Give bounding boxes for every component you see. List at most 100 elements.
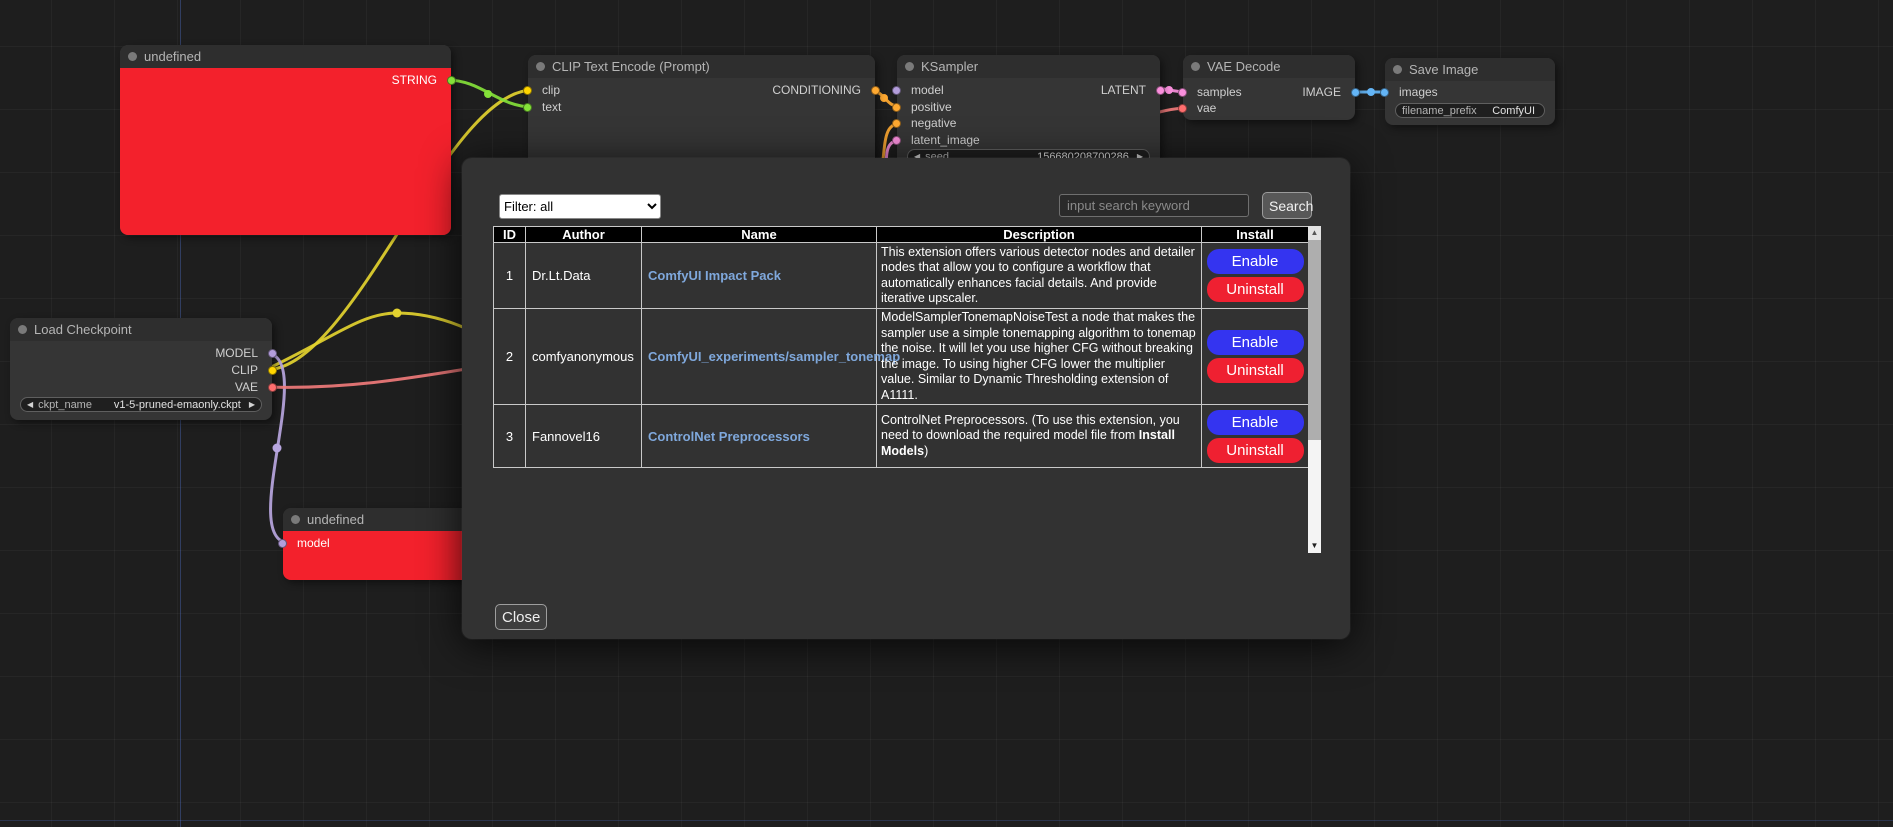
node-undefined-top[interactable]: undefined STRING xyxy=(120,45,451,235)
widget-label: filename_prefix xyxy=(1402,105,1477,117)
input-slot-negative[interactable]: negative xyxy=(897,115,956,131)
increment-arrow-icon[interactable]: ▶ xyxy=(249,401,255,409)
input-slot-clip[interactable]: clip xyxy=(528,82,560,98)
node-title-bar[interactable]: KSampler xyxy=(897,55,1160,78)
output-slot-model[interactable]: MODEL xyxy=(215,345,272,361)
vae-slot-dot[interactable] xyxy=(1178,104,1187,113)
output-slot-string[interactable]: STRING xyxy=(392,72,451,88)
output-slot-vae[interactable]: VAE xyxy=(235,379,272,395)
scroll-up-icon[interactable]: ▲ xyxy=(1308,226,1321,240)
search-button[interactable]: Search xyxy=(1262,192,1312,219)
extension-link[interactable]: ComfyUI Impact Pack xyxy=(648,268,781,283)
input-slot-text[interactable]: text xyxy=(528,99,561,115)
enable-button[interactable]: Enable xyxy=(1207,330,1304,355)
input-slot-images[interactable]: images xyxy=(1385,84,1438,100)
node-title-bar[interactable]: Load Checkpoint xyxy=(10,318,272,341)
close-button[interactable]: Close xyxy=(495,604,547,630)
filename-prefix-widget[interactable]: filename_prefix ComfyUI xyxy=(1395,103,1545,118)
uninstall-button[interactable]: Uninstall xyxy=(1207,438,1304,463)
model-slot-dot[interactable] xyxy=(278,539,287,548)
collapse-dot-icon[interactable] xyxy=(128,52,137,61)
collapse-dot-icon[interactable] xyxy=(1191,62,1200,71)
uninstall-button[interactable]: Uninstall xyxy=(1207,277,1304,302)
filter-select[interactable]: Filter: all xyxy=(499,194,661,219)
table-scrollbar[interactable]: ▲ ▼ xyxy=(1308,226,1321,553)
latent-image-slot-dot[interactable] xyxy=(892,136,901,145)
slot-label: CLIP xyxy=(231,363,258,377)
node-title-bar[interactable]: CLIP Text Encode (Prompt) xyxy=(528,55,875,78)
node-save-image[interactable]: Save Image images filename_prefix ComfyU… xyxy=(1385,58,1555,125)
link-dot-image xyxy=(1367,88,1375,96)
collapse-dot-icon[interactable] xyxy=(536,62,545,71)
input-slot-vae[interactable]: vae xyxy=(1183,100,1216,116)
latent-slot-dot[interactable] xyxy=(1156,86,1165,95)
description-text: ModelSamplerTonemapNoiseTest a node that… xyxy=(881,310,1196,402)
positive-slot-dot[interactable] xyxy=(892,103,901,112)
input-slot-positive[interactable]: positive xyxy=(897,99,952,115)
scrollbar-thumb[interactable] xyxy=(1308,240,1321,440)
node-title-bar[interactable]: VAE Decode xyxy=(1183,55,1355,78)
input-slot-latent-image[interactable]: latent_image xyxy=(897,132,980,148)
input-slot-samples[interactable]: samples xyxy=(1183,84,1242,100)
node-title-bar[interactable]: undefined xyxy=(120,45,451,68)
negative-slot-dot[interactable] xyxy=(892,119,901,128)
node-title-bar[interactable]: Save Image xyxy=(1385,58,1555,81)
node-title: VAE Decode xyxy=(1207,59,1280,74)
extension-link[interactable]: ControlNet Preprocessors xyxy=(648,429,810,444)
model-slot-dot[interactable] xyxy=(268,349,277,358)
widget-value: ComfyUI xyxy=(1492,105,1538,117)
slot-label: images xyxy=(1399,85,1438,99)
enable-button[interactable]: Enable xyxy=(1207,249,1304,274)
node-title: undefined xyxy=(307,512,364,527)
clip-slot-dot[interactable] xyxy=(523,86,532,95)
header-name: Name xyxy=(642,227,877,243)
table-row: 1 Dr.Lt.Data ComfyUI Impact Pack This ex… xyxy=(494,243,1309,309)
description-text: ControlNet Preprocessors. (To use this e… xyxy=(881,413,1180,443)
samples-slot-dot[interactable] xyxy=(1178,88,1187,97)
search-input[interactable] xyxy=(1059,194,1249,217)
model-slot-dot[interactable] xyxy=(892,86,901,95)
node-load-checkpoint[interactable]: Load Checkpoint MODEL CLIP VAE ◀ ckpt_na… xyxy=(10,318,272,420)
cell-author: comfyanonymous xyxy=(526,309,642,405)
node-title: Load Checkpoint xyxy=(34,322,132,337)
slot-label: samples xyxy=(1197,85,1242,99)
node-vae-decode[interactable]: VAE Decode samples vae IMAGE xyxy=(1183,55,1355,120)
ckpt-name-widget[interactable]: ◀ ckpt_name v1-5-pruned-emaonly.ckpt ▶ xyxy=(20,397,262,412)
extension-link[interactable]: ComfyUI_experiments/sampler_tonemap xyxy=(648,349,900,364)
collapse-dot-icon[interactable] xyxy=(291,515,300,524)
slot-label: vae xyxy=(1197,101,1216,115)
link-dot-latent xyxy=(1165,86,1173,94)
collapse-dot-icon[interactable] xyxy=(905,62,914,71)
decrement-arrow-icon[interactable]: ◀ xyxy=(27,401,33,409)
slot-label: latent_image xyxy=(911,133,980,147)
conditioning-slot-dot[interactable] xyxy=(871,86,880,95)
images-slot-dot[interactable] xyxy=(1380,88,1389,97)
link-dot-clip xyxy=(393,309,402,318)
output-slot-conditioning[interactable]: CONDITIONING xyxy=(772,82,875,98)
input-slot-model[interactable]: model xyxy=(283,535,330,551)
node-body: images filename_prefix ComfyUI xyxy=(1385,81,1555,125)
enable-button[interactable]: Enable xyxy=(1207,410,1304,435)
uninstall-button[interactable]: Uninstall xyxy=(1207,358,1304,383)
output-slot-latent[interactable]: LATENT xyxy=(1101,82,1160,98)
slot-label: clip xyxy=(542,83,560,97)
scroll-down-icon[interactable]: ▼ xyxy=(1308,539,1321,553)
extension-table: ID Author Name Description Install 1 Dr.… xyxy=(493,226,1309,468)
description-tail: ) xyxy=(924,444,928,458)
node-title: undefined xyxy=(144,49,201,64)
vae-slot-dot[interactable] xyxy=(268,383,277,392)
slot-label: LATENT xyxy=(1101,83,1146,97)
image-slot-dot[interactable] xyxy=(1351,88,1360,97)
clip-slot-dot[interactable] xyxy=(268,366,277,375)
text-slot-dot[interactable] xyxy=(523,103,532,112)
extension-table-container: ID Author Name Description Install 1 Dr.… xyxy=(493,226,1321,553)
output-slot-image[interactable]: IMAGE xyxy=(1302,84,1355,100)
cell-author: Dr.Lt.Data xyxy=(526,243,642,309)
collapse-dot-icon[interactable] xyxy=(18,325,27,334)
collapse-dot-icon[interactable] xyxy=(1393,65,1402,74)
cell-name: ComfyUI_experiments/sampler_tonemap xyxy=(642,309,877,405)
output-slot-clip[interactable]: CLIP xyxy=(231,362,272,378)
description-text: This extension offers various detector n… xyxy=(881,245,1195,306)
string-slot-dot[interactable] xyxy=(447,76,456,85)
input-slot-model[interactable]: model xyxy=(897,82,944,98)
